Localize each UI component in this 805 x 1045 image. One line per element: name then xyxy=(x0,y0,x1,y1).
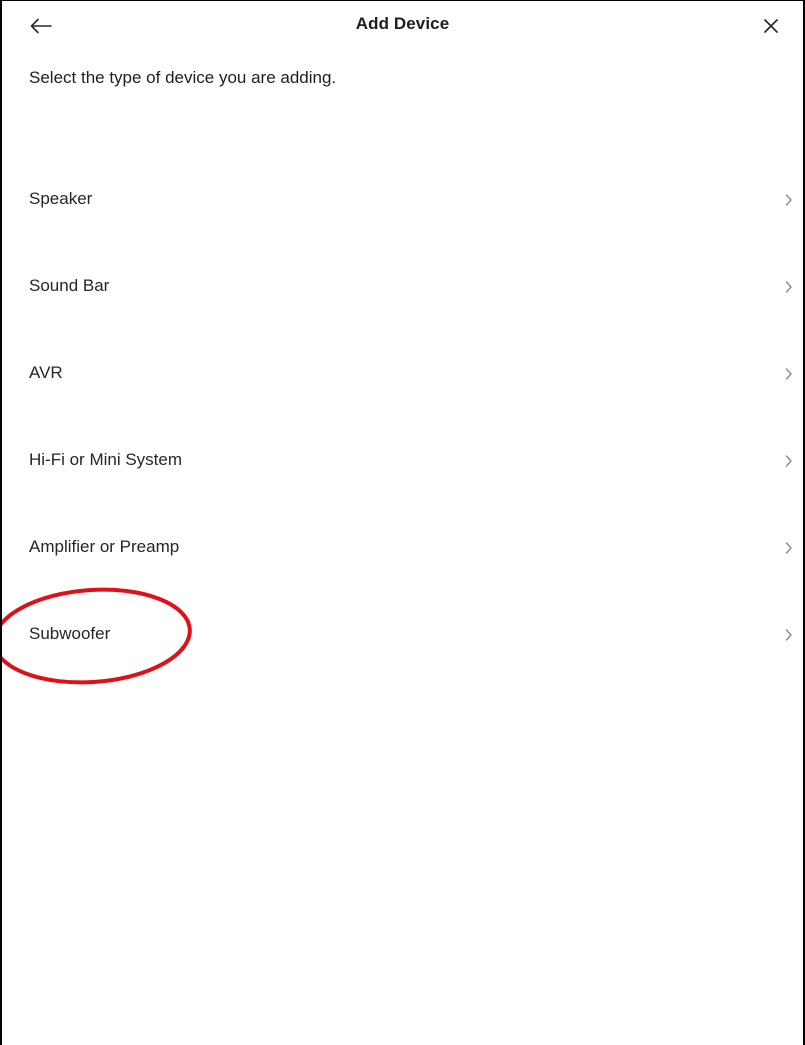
device-type-speaker[interactable]: Speaker xyxy=(2,157,803,244)
device-type-sound-bar[interactable]: Sound Bar xyxy=(2,244,803,331)
device-type-list: Speaker Sound Bar AVR Hi-Fi or Mini Syst… xyxy=(2,157,803,679)
chevron-right-icon xyxy=(785,368,792,380)
instruction-text: Select the type of device you are adding… xyxy=(29,68,337,87)
chevron-right-icon xyxy=(785,629,792,641)
close-icon xyxy=(764,19,778,33)
device-type-subwoofer[interactable]: Subwoofer xyxy=(2,592,803,679)
device-type-hifi-mini-system[interactable]: Hi-Fi or Mini System xyxy=(2,418,803,505)
page-title: Add Device xyxy=(355,14,450,33)
header-bar: Add Device xyxy=(2,1,803,53)
chevron-right-icon xyxy=(785,194,792,206)
device-type-label: Sound Bar xyxy=(29,276,110,295)
device-type-label: Subwoofer xyxy=(29,624,111,643)
device-type-amplifier-preamp[interactable]: Amplifier or Preamp xyxy=(2,505,803,592)
chevron-right-icon xyxy=(785,542,792,554)
chevron-right-icon xyxy=(785,281,792,293)
chevron-right-icon xyxy=(785,455,792,467)
add-device-screen: Add Device Select the type of device you… xyxy=(0,0,805,1045)
device-type-label: Amplifier or Preamp xyxy=(29,537,180,556)
device-type-label: Hi-Fi or Mini System xyxy=(29,450,183,469)
device-type-label: AVR xyxy=(29,363,63,382)
close-button[interactable] xyxy=(754,11,788,41)
device-type-avr[interactable]: AVR xyxy=(2,331,803,418)
device-type-label: Speaker xyxy=(29,189,93,208)
